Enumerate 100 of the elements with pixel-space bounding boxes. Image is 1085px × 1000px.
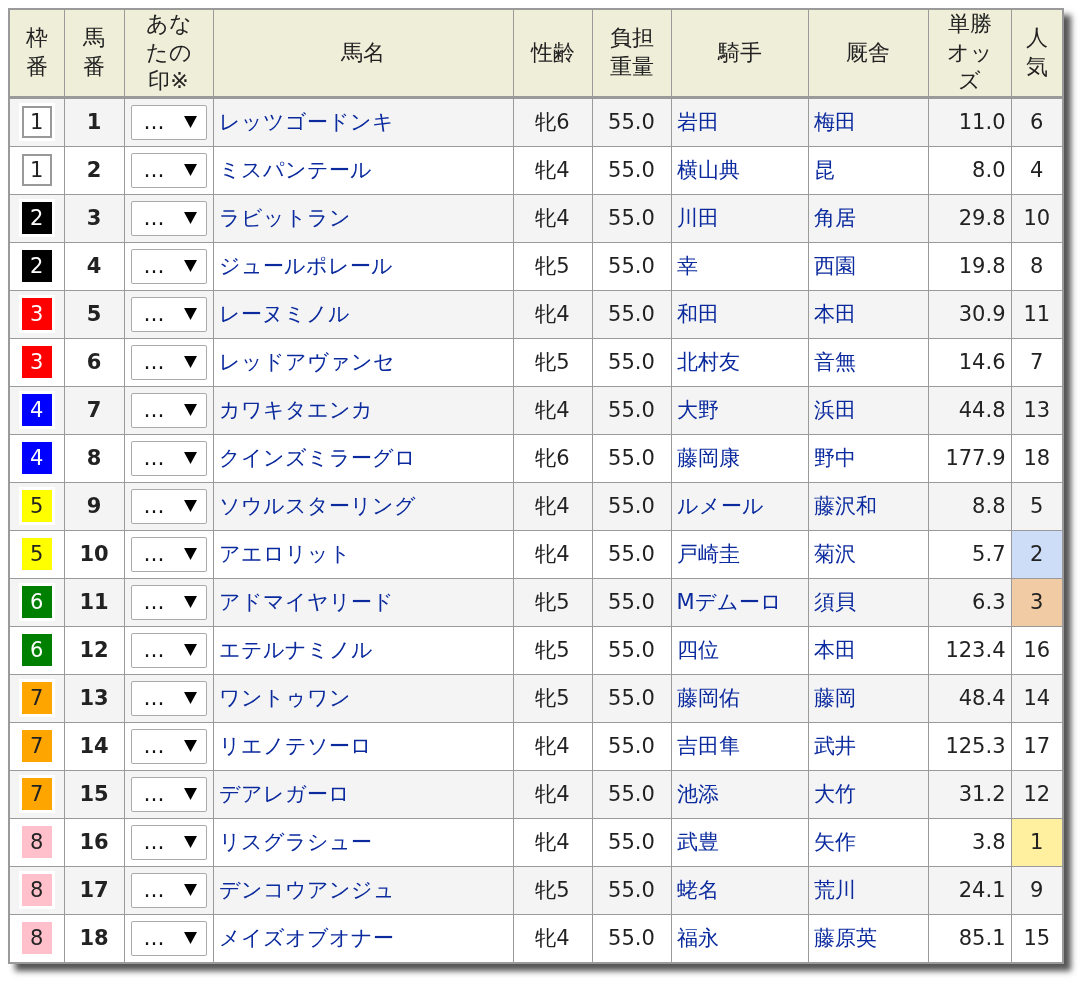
jockey-link[interactable]: 福永 — [676, 926, 719, 951]
popularity-rank: 5 — [1011, 482, 1063, 531]
sex-age: 牝4 — [513, 194, 592, 243]
frame-number-badge: 7 — [21, 682, 52, 715]
popularity-rank: 12 — [1011, 770, 1063, 819]
column-header: 性齢 — [530, 38, 575, 67]
odds: 11.0 — [928, 97, 1011, 147]
trainer-link[interactable]: 野中 — [813, 446, 856, 471]
jockey-link[interactable]: 和田 — [676, 302, 719, 327]
jockey-link[interactable]: 四位 — [676, 638, 719, 663]
trainer-link[interactable]: 武井 — [813, 734, 856, 759]
mark-dropdown[interactable]: … — [130, 728, 207, 764]
weight: 55.0 — [592, 626, 671, 675]
horse-number: 4 — [64, 242, 124, 291]
trainer-link[interactable]: 荒川 — [813, 878, 856, 903]
horse-number: 7 — [64, 386, 124, 435]
trainer-link[interactable]: 本田 — [813, 302, 856, 327]
trainer-link[interactable]: 藤岡 — [813, 686, 856, 711]
weight: 55.0 — [592, 578, 671, 627]
popularity-rank: 18 — [1011, 434, 1063, 483]
mark-dropdown[interactable]: … — [130, 680, 207, 716]
dropdown-triangle-icon — [183, 404, 197, 417]
weight: 55.0 — [592, 866, 671, 915]
horse-number: 10 — [64, 530, 124, 579]
frame-number-badge: 8 — [21, 922, 52, 955]
trainer-link[interactable]: 音無 — [813, 350, 856, 375]
trainer-link[interactable]: 浜田 — [813, 398, 856, 423]
jockey-link[interactable]: 川田 — [676, 206, 719, 231]
sex-age: 牝5 — [513, 578, 592, 627]
weight: 55.0 — [592, 338, 671, 387]
mark-dropdown[interactable]: … — [130, 344, 207, 380]
dropdown-triangle-icon — [183, 116, 197, 129]
sex-age: 牝4 — [513, 770, 592, 819]
trainer-link[interactable]: 昆 — [813, 158, 835, 183]
popularity-rank: 15 — [1011, 914, 1063, 963]
horse-number: 5 — [64, 290, 124, 339]
mark-dropdown[interactable]: … — [130, 152, 207, 188]
dropdown-triangle-icon — [183, 308, 197, 321]
mark-dropdown[interactable]: … — [130, 632, 207, 668]
column-header: 負担重量 — [609, 24, 654, 81]
mark-dropdown[interactable]: … — [130, 296, 207, 332]
mark-dropdown[interactable]: … — [130, 536, 207, 572]
weight: 55.0 — [592, 770, 671, 819]
weight: 55.0 — [592, 290, 671, 339]
weight: 55.0 — [592, 242, 671, 291]
mark-dropdown[interactable]: … — [130, 200, 207, 236]
frame-number-badge: 1 — [21, 154, 52, 187]
popularity-rank: 14 — [1011, 674, 1063, 723]
odds: 6.3 — [928, 578, 1011, 627]
mark-dropdown[interactable]: … — [130, 488, 207, 524]
trainer-link[interactable]: 矢作 — [813, 830, 856, 855]
mark-dropdown[interactable]: … — [130, 872, 207, 908]
jockey-link[interactable]: 岩田 — [676, 110, 719, 135]
mark-dropdown[interactable]: … — [130, 776, 207, 812]
mark-dropdown[interactable]: … — [130, 920, 207, 956]
column-header: 人気 — [1025, 24, 1048, 81]
weight: 55.0 — [592, 818, 671, 867]
mark-dropdown[interactable]: … — [130, 824, 207, 860]
frame-number-badge: 1 — [21, 106, 52, 139]
jockey-link[interactable]: 幸 — [676, 254, 698, 279]
horse-number: 15 — [64, 770, 124, 819]
jockey-link[interactable]: 大野 — [676, 398, 719, 423]
popularity-rank: 16 — [1011, 626, 1063, 675]
dropdown-triangle-icon — [183, 500, 197, 513]
trainer-link[interactable]: 西園 — [813, 254, 856, 279]
jockey-link[interactable]: 武豊 — [676, 830, 719, 855]
weight: 55.0 — [592, 194, 671, 243]
mark-dropdown[interactable]: … — [130, 584, 207, 620]
trainer-link[interactable]: 梅田 — [813, 110, 856, 135]
weight: 55.0 — [592, 530, 671, 579]
mark-dropdown[interactable]: … — [130, 392, 207, 428]
frame-number-badge: 6 — [21, 586, 52, 619]
trainer-link[interactable]: 菊沢 — [813, 542, 856, 567]
dropdown-triangle-icon — [183, 452, 197, 465]
frame-number-badge: 4 — [21, 394, 52, 427]
weight: 55.0 — [592, 722, 671, 771]
odds: 8.8 — [928, 482, 1011, 531]
frame-number-badge: 4 — [21, 442, 52, 475]
dropdown-triangle-icon — [183, 884, 197, 897]
trainer-link[interactable]: 大竹 — [813, 782, 856, 807]
trainer-link[interactable]: 須貝 — [813, 590, 856, 615]
frame-number-badge: 7 — [21, 778, 52, 811]
jockey-link[interactable]: 池添 — [676, 782, 719, 807]
mark-dropdown[interactable]: … — [130, 104, 207, 140]
sex-age: 牝5 — [513, 674, 592, 723]
popularity-rank: 17 — [1011, 722, 1063, 771]
frame-number-badge: 5 — [21, 538, 52, 571]
popularity-rank: 10 — [1011, 194, 1063, 243]
trainer-link[interactable]: 角居 — [813, 206, 856, 231]
dropdown-triangle-icon — [183, 596, 197, 609]
sex-age: 牝4 — [513, 722, 592, 771]
horse-number: 9 — [64, 482, 124, 531]
frame-number-badge: 8 — [21, 826, 52, 859]
odds: 85.1 — [928, 914, 1011, 963]
mark-dropdown[interactable]: … — [130, 248, 207, 284]
mark-dropdown[interactable]: … — [130, 440, 207, 476]
jockey-link[interactable]: 蛯名 — [676, 878, 719, 903]
sex-age: 牝5 — [513, 866, 592, 915]
horse-number: 2 — [64, 146, 124, 195]
trainer-link[interactable]: 本田 — [813, 638, 856, 663]
